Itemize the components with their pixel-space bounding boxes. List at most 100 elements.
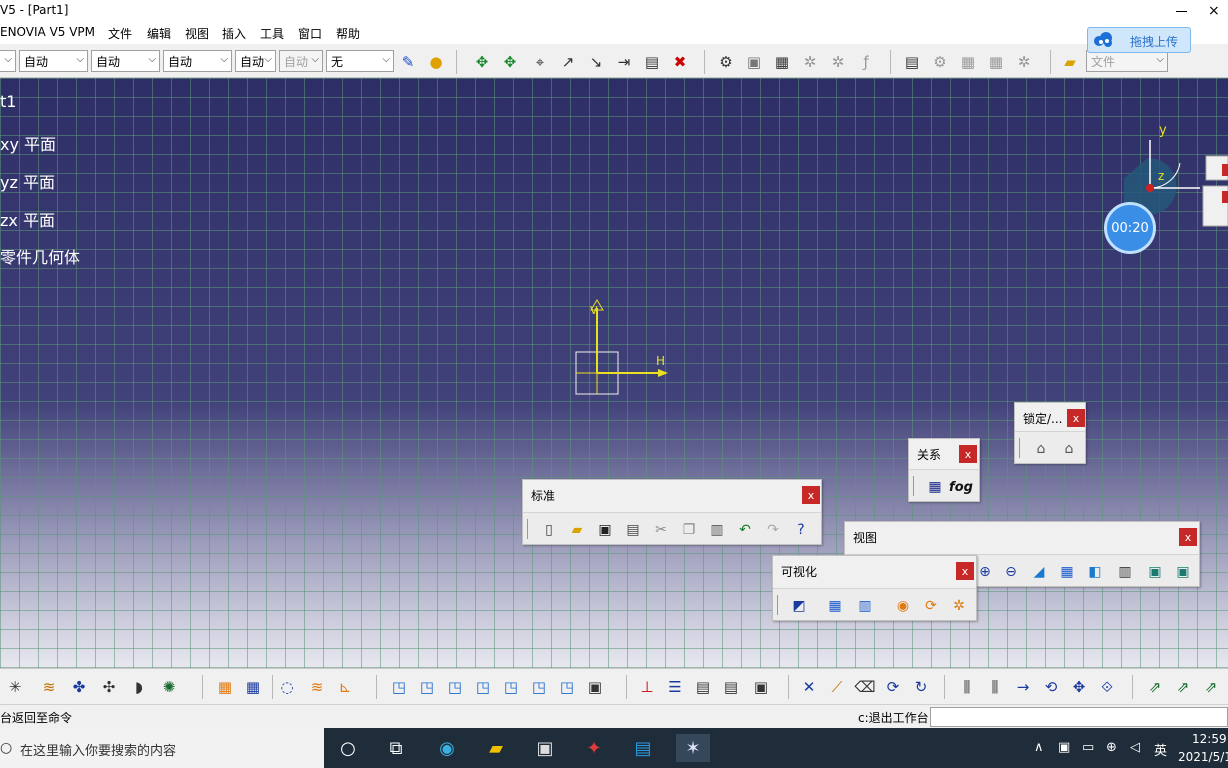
iso-view-icon[interactable]: ◧: [1085, 562, 1105, 582]
multi-view-icon[interactable]: ▦: [1057, 562, 1077, 582]
silhouette-icon[interactable]: ⇗: [1200, 677, 1222, 697]
help-icon[interactable]: ?: [791, 520, 811, 540]
profile-icon[interactable]: ✳: [4, 677, 26, 697]
cad-viewport[interactable]: t1 xy 平面 yz 平面 zx 平面 零件几何体 V H y z 00:20…: [0, 78, 1228, 668]
menu-window[interactable]: 窗口: [298, 25, 322, 42]
table-gear-icon[interactable]: ▦: [986, 52, 1006, 72]
rotate-element-icon[interactable]: ⟲: [1040, 677, 1062, 697]
tools-icon[interactable]: ⚙: [716, 52, 736, 72]
translate-icon[interactable]: →: [1012, 677, 1034, 697]
geometric-constraint-icon[interactable]: ≋: [306, 677, 328, 697]
catalog-icon[interactable]: ▤: [902, 52, 922, 72]
tree-item-zx-plane[interactable]: zx 平面: [0, 207, 55, 231]
lineweight-combo[interactable]: 自动 ⌵: [235, 50, 276, 72]
zoom-in-icon[interactable]: ⊕: [975, 562, 995, 582]
tree-item-yz-plane[interactable]: yz 平面: [0, 169, 55, 193]
tree-item-part-body[interactable]: 零件几何体: [0, 244, 80, 268]
axis-icon[interactable]: ⊥: [636, 677, 658, 697]
gears-icon[interactable]: ✲: [1014, 52, 1034, 72]
store-icon[interactable]: ▣: [530, 734, 560, 762]
palette-close-button[interactable]: x: [1067, 409, 1085, 427]
command-input[interactable]: [930, 707, 1228, 727]
construction-icon[interactable]: ◌: [276, 677, 298, 697]
color-ball-icon[interactable]: ●: [426, 52, 446, 72]
tree-item-part[interactable]: t1: [0, 92, 16, 111]
transparency-combo[interactable]: 自动 ⌵: [91, 50, 160, 72]
app-icon[interactable]: ✦: [579, 734, 609, 762]
volume-icon[interactable]: ◁: [1130, 740, 1140, 755]
cube-icon-6[interactable]: ◳: [528, 677, 550, 697]
cut-icon[interactable]: ✂: [651, 520, 671, 540]
taskbar-search[interactable]: ○ 在这里输入你要搜索的内容: [0, 728, 324, 768]
move-icon[interactable]: ✥: [500, 52, 520, 72]
normal-view-icon[interactable]: ◢: [1029, 562, 1049, 582]
file-explorer-icon[interactable]: ▰: [481, 734, 511, 762]
snap-grid-icon[interactable]: ▦: [242, 677, 264, 697]
linetype-combo[interactable]: 自动 ⌵: [163, 50, 232, 72]
3d-grid-icon[interactable]: ▦: [825, 596, 845, 616]
pan-icon[interactable]: ✥: [472, 52, 492, 72]
formula-icon[interactable]: fog: [949, 477, 973, 497]
palette-close-button[interactable]: x: [1179, 528, 1197, 546]
palette-grip[interactable]: [777, 595, 779, 615]
rotate-icon[interactable]: ⟳: [882, 677, 904, 697]
catalog-gear-icon[interactable]: ⚙: [930, 52, 950, 72]
remove-icon[interactable]: ✖: [670, 52, 690, 72]
project-3d-icon[interactable]: ⇗: [1144, 677, 1166, 697]
image-icon[interactable]: ▦: [772, 52, 792, 72]
upload-button[interactable]: 拖拽上传: [1087, 27, 1191, 53]
palette-close-button[interactable]: x: [802, 486, 820, 504]
gear-gray-icon[interactable]: ✲: [800, 52, 820, 72]
break-icon[interactable]: ⟋: [826, 677, 848, 697]
redo-icon[interactable]: ↷: [763, 520, 783, 540]
table-icon[interactable]: ▦: [925, 477, 945, 497]
save-icon[interactable]: ▣: [595, 520, 615, 540]
palette-close-button[interactable]: x: [959, 445, 977, 463]
hide-show-icon[interactable]: ▣: [1145, 562, 1165, 582]
file-combo[interactable]: 文件 ⌵: [1086, 50, 1168, 72]
palette-grip[interactable]: [527, 519, 529, 539]
cube-icon-1[interactable]: ◳: [388, 677, 410, 697]
clock-date[interactable]: 2021/5/1: [1178, 750, 1228, 764]
symmetry-icon[interactable]: ⫼: [984, 677, 1006, 697]
cube-icon-4[interactable]: ◳: [472, 677, 494, 697]
menu-help[interactable]: 帮助: [336, 25, 360, 42]
lock-icon[interactable]: ⌂: [1031, 439, 1051, 459]
menu-enovia[interactable]: ENOVIA V5 VPM: [0, 25, 95, 39]
print-icon[interactable]: ▤: [623, 520, 643, 540]
refresh-visual-icon[interactable]: ⟳: [921, 596, 941, 616]
conic-icon[interactable]: ◗: [128, 677, 150, 697]
grid-icon[interactable]: ▦: [214, 677, 236, 697]
cube-icon-2[interactable]: ◳: [416, 677, 438, 697]
document-icon[interactable]: ▤: [692, 677, 714, 697]
menu-insert[interactable]: 插入: [222, 25, 246, 42]
cube-icon-5[interactable]: ◳: [500, 677, 522, 697]
color-visualization-icon[interactable]: ◉: [893, 596, 913, 616]
point-combo[interactable]: 自动 ⌵: [279, 50, 323, 72]
scale-icon[interactable]: ✥: [1068, 677, 1090, 697]
globe-icon[interactable]: ⊕: [1106, 740, 1117, 755]
palette-close-button[interactable]: x: [956, 562, 974, 580]
trim-icon[interactable]: ✕: [798, 677, 820, 697]
cube-icon-3[interactable]: ◳: [444, 677, 466, 697]
snap-edit-icon[interactable]: ↗: [558, 52, 578, 72]
chevron-up-icon[interactable]: ∧: [1034, 740, 1044, 755]
list-icon[interactable]: ☰: [664, 677, 686, 697]
catia-icon[interactable]: ✶: [676, 734, 710, 762]
palette-grip[interactable]: [913, 476, 915, 496]
function-icon[interactable]: ƒ: [856, 52, 876, 72]
new-file-icon[interactable]: ▯: [539, 520, 559, 540]
snap-icon[interactable]: ⌖: [530, 52, 550, 72]
image-icon[interactable]: ▣: [584, 677, 606, 697]
edge-icon[interactable]: ◉: [432, 734, 462, 762]
color-combo[interactable]: 自动 ⌵: [19, 50, 88, 72]
edit-icon[interactable]: ▣: [744, 52, 764, 72]
align-icon[interactable]: ⇥: [614, 52, 634, 72]
minimize-button[interactable]: [1170, 0, 1194, 22]
tree-item-xy-plane[interactable]: xy 平面: [0, 131, 56, 155]
close-button[interactable]: ×: [1208, 3, 1220, 19]
swap-space-icon[interactable]: ▣: [1173, 562, 1193, 582]
paint-brush-icon[interactable]: ✎: [398, 52, 418, 72]
table-icon[interactable]: ▦: [958, 52, 978, 72]
document-edit-icon[interactable]: ▤: [720, 677, 742, 697]
